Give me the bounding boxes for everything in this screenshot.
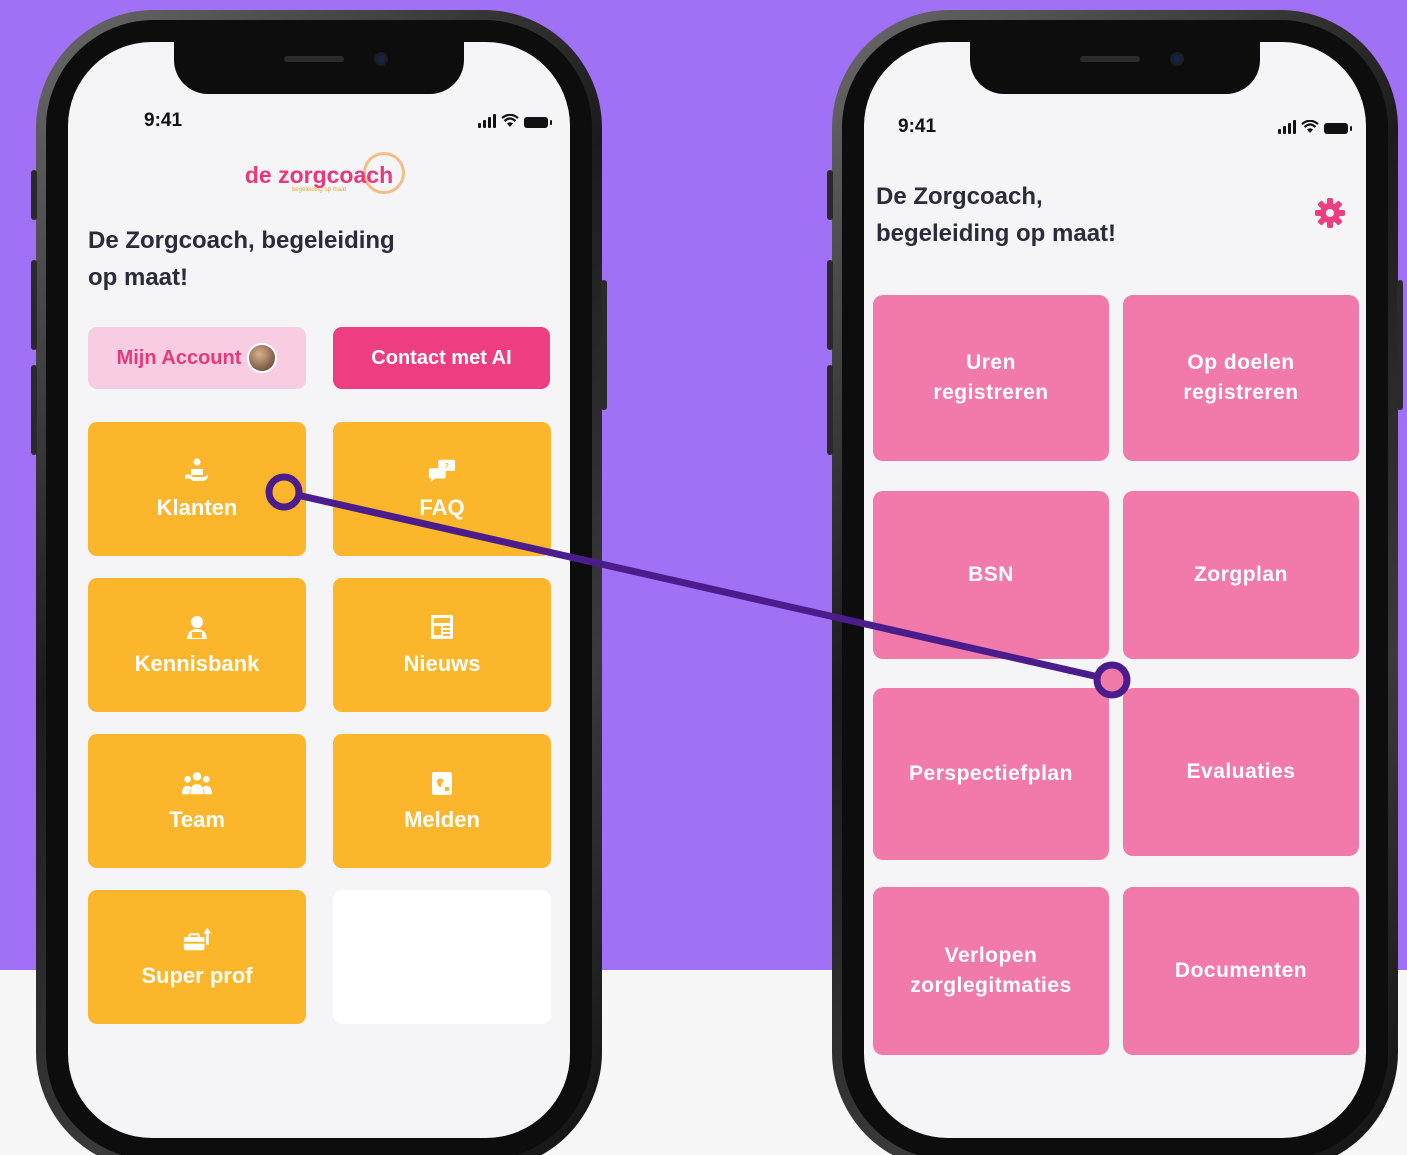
- newspaper-icon: [427, 613, 457, 641]
- tile-documenten[interactable]: Documenten: [1123, 887, 1359, 1055]
- battery-icon: [524, 117, 552, 128]
- status-time: 9:41: [144, 110, 183, 131]
- page-title: De Zorgcoach, begeleiding op maat!: [876, 178, 1116, 252]
- tile-faq[interactable]: ? FAQ: [333, 422, 551, 556]
- status-icons: [1278, 120, 1352, 134]
- tile-op-doelen-registreren[interactable]: Op doelen registreren: [1123, 295, 1359, 461]
- tile-label: Zorgplan: [1194, 563, 1288, 586]
- tile-label: Perspectiefplan: [909, 762, 1073, 785]
- signal-icon: [1278, 120, 1296, 134]
- battery-icon: [1324, 123, 1352, 134]
- tile-label-line2: zorglegitmaties: [910, 974, 1072, 997]
- caregiver-icon: [182, 457, 212, 485]
- signal-icon: [478, 114, 496, 128]
- tile-evaluaties[interactable]: Evaluaties: [1123, 688, 1359, 856]
- right-screen: 9:41 De Zorgcoach, begeleiding op maat!: [864, 42, 1366, 1138]
- tile-perspectiefplan[interactable]: Perspectiefplan: [873, 688, 1109, 860]
- gear-icon[interactable]: [1314, 197, 1346, 229]
- tile-label: BSN: [968, 563, 1014, 586]
- tile-verlopen-zorglegitmaties[interactable]: Verlopen zorglegitmaties: [873, 887, 1109, 1055]
- briefcase-arrow-icon: [182, 925, 212, 953]
- page-title: De Zorgcoach, begeleiding op maat!: [88, 222, 395, 296]
- wifi-icon: [1301, 120, 1319, 133]
- page-title-line1: De Zorgcoach,: [876, 183, 1043, 210]
- tile-label: Super prof: [141, 963, 253, 988]
- tile-label-line1: Uren: [966, 351, 1016, 374]
- team-icon: [182, 769, 212, 797]
- left-phone: 9:41 de zorgcoach begeleiding op maat De…: [31, 10, 607, 1155]
- knowledge-icon: [182, 613, 212, 641]
- tile-label-line1: Op doelen: [1187, 351, 1295, 374]
- tile-label-line1: Verlopen: [944, 944, 1038, 967]
- tile-label: Team: [169, 807, 225, 832]
- tile-uren-registreren[interactable]: Uren registreren: [873, 295, 1109, 461]
- tile-label: Kennisbank: [134, 651, 260, 676]
- tile-nieuws[interactable]: Nieuws: [333, 578, 551, 712]
- tile-label: Nieuws: [403, 651, 481, 676]
- page-title-line2: begeleiding op maat!: [876, 220, 1117, 247]
- logo-text: de zorgcoach: [244, 162, 394, 188]
- right-phone: 9:41 De Zorgcoach, begeleiding op maat!: [827, 10, 1403, 1155]
- avatar: [247, 343, 278, 373]
- report-icon: [427, 769, 457, 797]
- tile-label: Melden: [404, 807, 480, 832]
- tile-melden[interactable]: Melden: [333, 734, 551, 868]
- my-account-label: Mijn Account: [116, 346, 242, 369]
- tile-label: Klanten: [156, 495, 238, 520]
- tile-zorgplan[interactable]: Zorgplan: [1123, 491, 1359, 659]
- wifi-icon: [501, 114, 519, 127]
- notch: [970, 42, 1260, 94]
- status-time: 9:41: [898, 116, 937, 137]
- tile-label-line2: registreren: [933, 381, 1049, 404]
- tile-bsn[interactable]: BSN: [873, 491, 1109, 659]
- svg-text:?: ?: [444, 461, 449, 470]
- tile-label: FAQ: [419, 495, 465, 520]
- tile-super-prof[interactable]: Super prof: [88, 890, 306, 1024]
- my-account-button[interactable]: Mijn Account: [88, 327, 306, 389]
- tile-label-line2: registreren: [1183, 381, 1299, 404]
- tile-kennisbank[interactable]: Kennisbank: [88, 578, 306, 712]
- notch: [174, 42, 464, 94]
- status-icons: [478, 114, 552, 128]
- chat-icon: ?: [427, 457, 457, 485]
- tile-label: Documenten: [1174, 959, 1308, 982]
- logo: de zorgcoach begeleiding op maat: [68, 152, 570, 194]
- left-screen: 9:41 de zorgcoach begeleiding op maat De…: [68, 42, 570, 1138]
- tile-label: Evaluaties: [1186, 760, 1296, 783]
- tile-empty: [333, 890, 551, 1024]
- tile-team[interactable]: Team: [88, 734, 306, 868]
- page-title-line2: op maat!: [88, 264, 189, 291]
- contact-ai-button[interactable]: Contact met AI: [333, 327, 550, 389]
- tile-klanten[interactable]: Klanten: [88, 422, 306, 556]
- page-title-line1: De Zorgcoach, begeleiding: [88, 227, 395, 254]
